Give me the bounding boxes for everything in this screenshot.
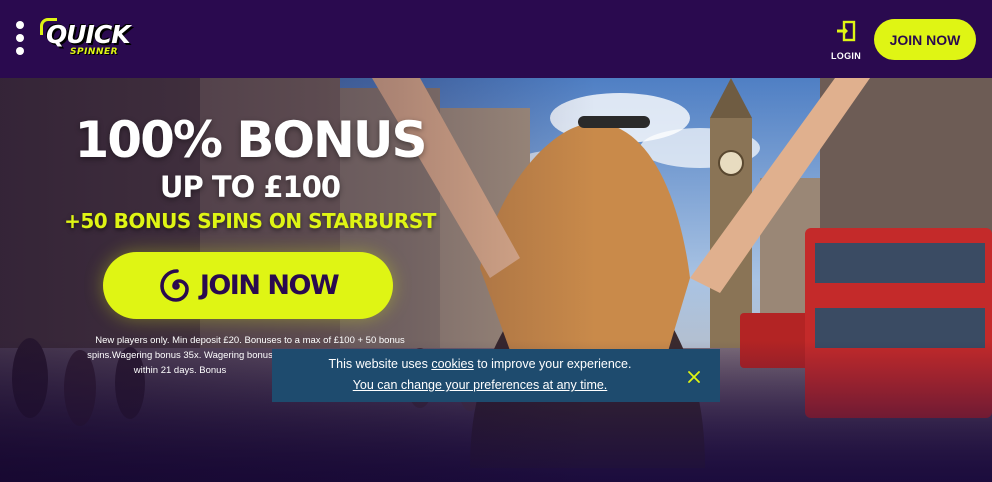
close-icon[interactable] [686, 369, 702, 385]
cookie-message: This website uses cookies to improve you… [272, 357, 688, 371]
preferences-link[interactable]: You can change your preferences at any t… [353, 378, 608, 392]
logo[interactable]: QUICK SPINNER [40, 18, 150, 62]
cookie-text-before: This website uses [328, 357, 432, 371]
headline-title: 100% BONUS [74, 111, 428, 169]
login-button[interactable]: LOGIN [828, 20, 864, 61]
headline-subtitle: UP TO £100 [159, 170, 341, 204]
cookie-preferences: You can change your preferences at any t… [272, 378, 688, 392]
login-label: LOGIN [831, 51, 861, 61]
cookie-banner: This website uses cookies to improve you… [272, 349, 720, 402]
bonus-headline: 100% BONUS UP TO £100 +50 BONUS SPINS ON… [30, 112, 470, 234]
join-now-hero-button[interactable]: JOIN NOW [103, 252, 393, 319]
cookies-link[interactable]: cookies [431, 357, 473, 371]
logo-word: QUICK [46, 20, 131, 49]
cookie-text-after: to improve your experience. [473, 357, 632, 371]
headline-offer: +50 BONUS SPINS ON STARBURST [64, 209, 436, 233]
site-header: QUICK SPINNER LOGIN JOIN NOW [0, 0, 992, 78]
menu-icon[interactable] [15, 21, 25, 57]
join-now-header-button[interactable]: JOIN NOW [874, 19, 976, 60]
login-icon [837, 20, 856, 42]
logo-sub: SPINNER [70, 47, 119, 57]
join-now-hero-label: JOIN NOW [199, 270, 340, 301]
terms-line-1: New players only. Min deposit £20. Bonus… [95, 335, 405, 346]
spiral-icon [160, 268, 189, 302]
